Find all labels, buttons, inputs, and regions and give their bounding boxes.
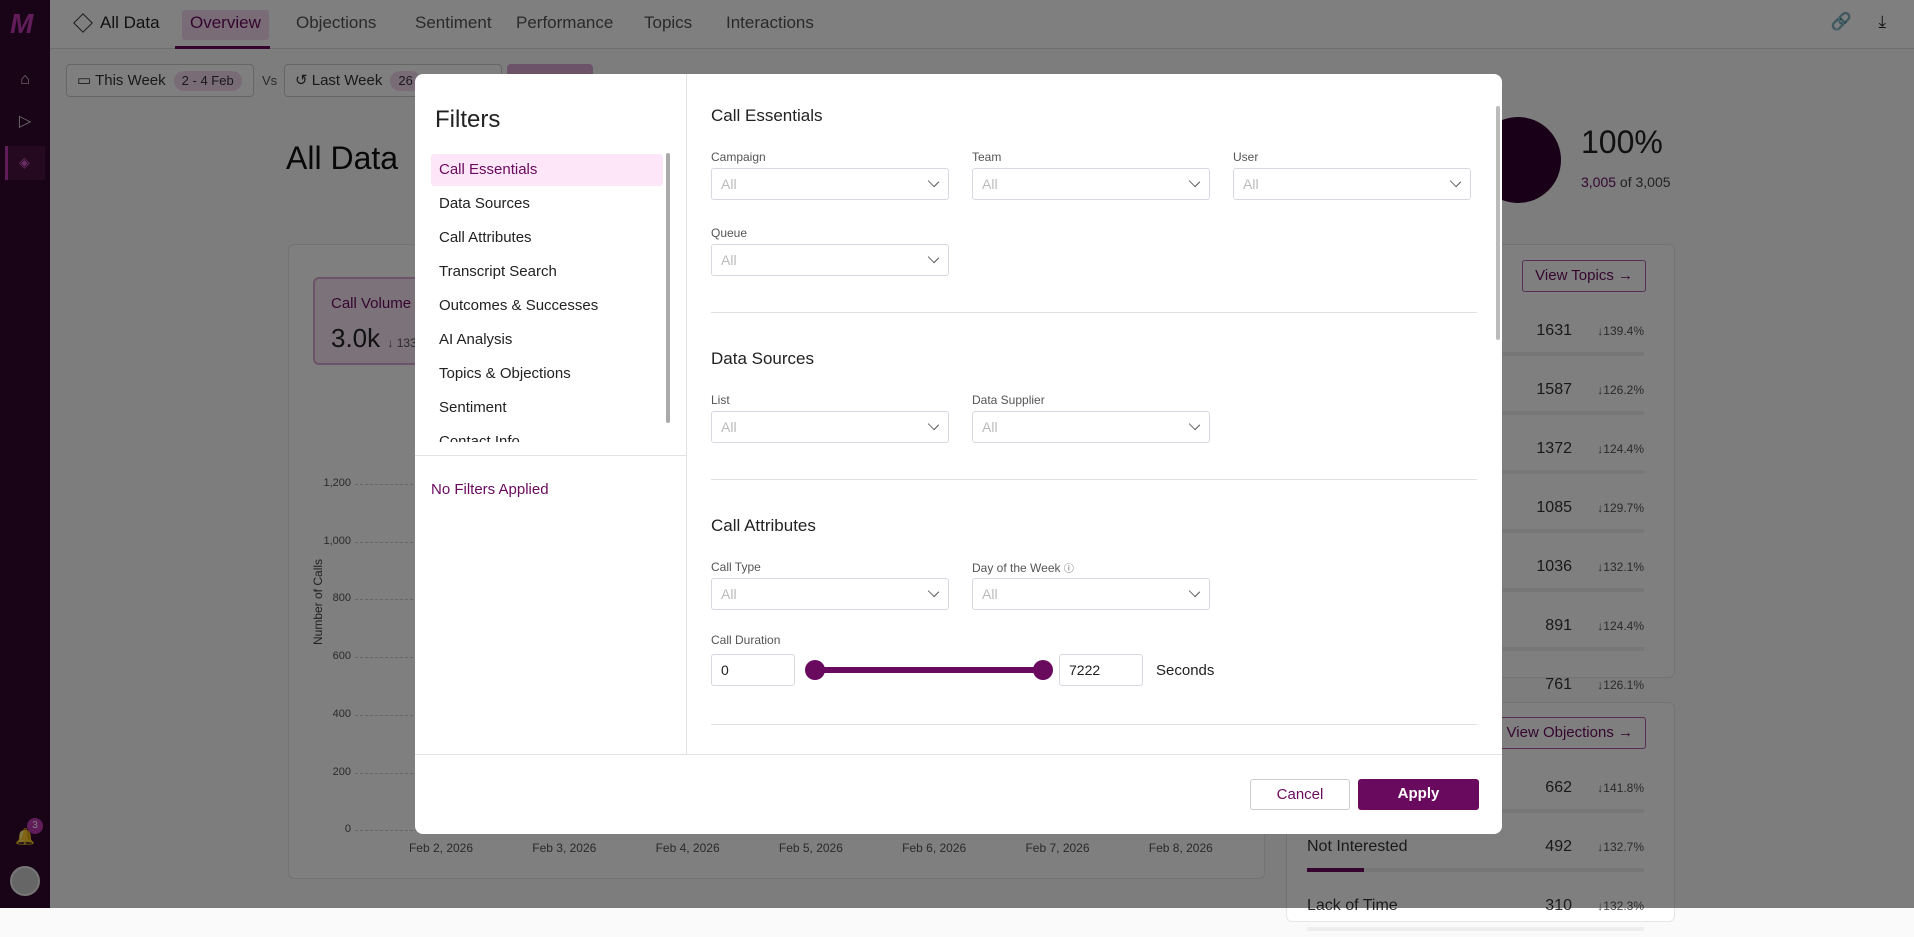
chevron-down-icon <box>927 175 940 188</box>
call-duration-label: Call Duration <box>711 633 781 647</box>
filter-nav-item[interactable]: Sentiment <box>431 392 663 424</box>
placeholder: All <box>982 419 998 435</box>
filters-nav-list: Call Essentials Data Sources Call Attribut… <box>415 152 687 442</box>
modal-footer: Cancel Apply <box>415 754 1502 834</box>
chevron-down-icon <box>1188 175 1201 188</box>
duration-max-input[interactable]: 7222 <box>1059 654 1143 686</box>
placeholder: All <box>721 176 737 192</box>
filters-content: Call Essentials Campaign Team User All A… <box>688 74 1502 754</box>
filters-nav-panel: Filters Call Essentials Data Sources Call … <box>415 74 687 754</box>
section-call-attributes: Call Attributes <box>711 516 816 535</box>
team-select[interactable]: All <box>972 168 1210 200</box>
slider-max-handle[interactable] <box>1033 660 1053 680</box>
section-divider <box>711 724 1477 725</box>
list-select[interactable]: All <box>711 411 949 443</box>
filter-nav-item[interactable]: Topics & Objections <box>431 358 663 390</box>
chevron-down-icon <box>927 418 940 431</box>
data-supplier-label: Data Supplier <box>972 393 1045 407</box>
placeholder: All <box>721 586 737 602</box>
day-of-week-label: Day of the Week ⓘ <box>972 560 1074 575</box>
placeholder: All <box>982 176 998 192</box>
placeholder: All <box>721 252 737 268</box>
section-data-sources: Data Sources <box>711 349 814 368</box>
chevron-down-icon <box>927 251 940 264</box>
placeholder: All <box>721 419 737 435</box>
content-scrollbar[interactable] <box>1496 106 1500 340</box>
chevron-down-icon <box>927 585 940 598</box>
filter-nav-item[interactable]: Call Essentials <box>431 154 663 186</box>
day-label-text: Day of the Week <box>972 561 1061 575</box>
filter-nav-item[interactable]: Call Attributes <box>431 222 663 254</box>
nav-scrollbar[interactable] <box>666 153 670 423</box>
placeholder: All <box>982 586 998 602</box>
modal-title: Filters <box>435 106 501 133</box>
data-supplier-select[interactable]: All <box>972 411 1210 443</box>
campaign-select[interactable]: All <box>711 168 949 200</box>
apply-button[interactable]: Apply <box>1358 779 1479 810</box>
chevron-down-icon <box>1449 175 1462 188</box>
user-select[interactable]: All <box>1233 168 1471 200</box>
filter-status: No Filters Applied <box>431 481 549 498</box>
placeholder: All <box>1243 176 1259 192</box>
info-icon[interactable]: ⓘ <box>1064 564 1074 575</box>
day-of-week-select[interactable]: All <box>972 578 1210 610</box>
filters-modal: Filters Call Essentials Data Sources Call … <box>415 74 1502 834</box>
cancel-button[interactable]: Cancel <box>1250 779 1350 810</box>
row-bar <box>1307 927 1644 931</box>
duration-slider-track[interactable] <box>813 667 1045 673</box>
call-type-select[interactable]: All <box>711 578 949 610</box>
filter-nav-item[interactable]: Contact Info <box>431 426 663 442</box>
filter-nav-item[interactable]: AI Analysis <box>431 324 663 356</box>
chevron-down-icon <box>1188 418 1201 431</box>
slider-min-handle[interactable] <box>805 660 825 680</box>
campaign-label: Campaign <box>711 150 766 164</box>
list-label: List <box>711 393 730 407</box>
filter-nav-item[interactable]: Transcript Search <box>431 256 663 288</box>
call-type-label: Call Type <box>711 560 761 574</box>
user-label: User <box>1233 150 1259 164</box>
section-divider <box>711 312 1477 313</box>
duration-unit: Seconds <box>1156 662 1215 679</box>
queue-label: Queue <box>711 226 748 240</box>
filter-nav-item[interactable]: Outcomes & Successes <box>431 290 663 322</box>
divider <box>415 455 687 456</box>
team-label: Team <box>972 150 1002 164</box>
duration-min-input[interactable]: 0 <box>711 654 795 686</box>
chevron-down-icon <box>1188 585 1201 598</box>
filter-nav-item[interactable]: Data Sources <box>431 188 663 220</box>
queue-select[interactable]: All <box>711 244 949 276</box>
section-divider <box>711 479 1477 480</box>
section-call-essentials: Call Essentials <box>711 106 823 125</box>
